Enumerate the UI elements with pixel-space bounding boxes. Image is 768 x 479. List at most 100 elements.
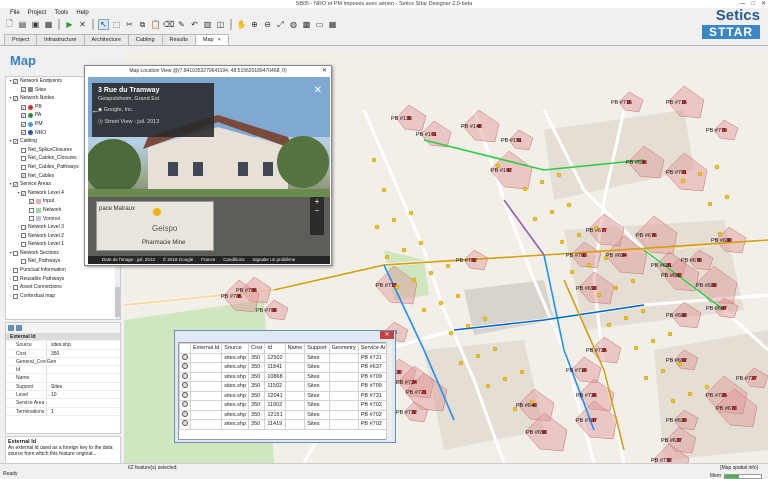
- site-marker[interactable]: [724, 194, 730, 200]
- lasso-select-icon[interactable]: ⬚: [111, 19, 122, 30]
- site-marker[interactable]: [670, 398, 676, 404]
- column-header[interactable]: External Id: [189, 343, 223, 354]
- site-marker[interactable]: [603, 255, 609, 261]
- site-marker[interactable]: [401, 247, 407, 253]
- layer-item[interactable]: › Contextual map: [6, 292, 120, 301]
- layer-checkbox[interactable]: ✓: [13, 78, 18, 84]
- property-row[interactable]: Name: [6, 374, 120, 383]
- layer-checkbox[interactable]: [21, 147, 26, 153]
- site-marker[interactable]: [660, 368, 666, 374]
- layer-checkbox[interactable]: [21, 224, 26, 230]
- menu-help[interactable]: Help: [76, 9, 88, 17]
- map-view-icon[interactable]: ▭: [314, 19, 325, 30]
- site-marker[interactable]: [556, 172, 562, 178]
- layer-checkbox[interactable]: ✓: [21, 130, 26, 136]
- categorized-icon[interactable]: [8, 325, 14, 331]
- column-header[interactable]: Id: [264, 343, 286, 354]
- zoom-out-icon[interactable]: ⊖: [262, 19, 273, 30]
- streetview-close-button[interactable]: ✕: [322, 66, 327, 76]
- layer-checkbox[interactable]: ✓: [13, 138, 18, 144]
- streetview-exit-icon[interactable]: ✕: [314, 85, 322, 96]
- site-marker[interactable]: [465, 323, 471, 329]
- alphabetical-icon[interactable]: [16, 325, 22, 331]
- select-pointer-icon[interactable]: ↖: [98, 19, 109, 30]
- site-marker[interactable]: [532, 216, 538, 222]
- layer-checkbox[interactable]: ✓: [21, 87, 26, 93]
- site-marker[interactable]: [482, 316, 488, 322]
- site-marker[interactable]: [522, 186, 528, 192]
- table-row[interactable]: sites.shp 350 11902 Sites PB #702: [179, 400, 392, 411]
- zoom-extent-icon[interactable]: ⤢: [275, 19, 286, 30]
- site-marker[interactable]: [613, 285, 619, 291]
- cut-icon[interactable]: ✂: [124, 19, 135, 30]
- properties-icon[interactable]: ▥: [202, 19, 213, 30]
- streetview-footer-report-link[interactable]: Signaler un problème: [253, 256, 296, 264]
- streetview-panorama[interactable]: 3 Rue du Tramway Geispolsheim, Grand Est…: [88, 77, 330, 264]
- layer-checkbox[interactable]: ✓: [21, 173, 26, 179]
- layer-item[interactable]: › Punctual Information: [6, 266, 120, 275]
- delete-icon[interactable]: ⌫: [163, 19, 174, 30]
- table-row[interactable]: sites.shp 350 12151 Sites PB #702: [179, 409, 392, 420]
- site-marker[interactable]: [421, 307, 427, 313]
- layer-checkbox[interactable]: [21, 242, 26, 248]
- property-row[interactable]: Service Area: [6, 399, 120, 408]
- tab-project[interactable]: Project: [4, 34, 38, 45]
- site-marker[interactable]: [717, 231, 723, 237]
- paste-icon[interactable]: 📋: [150, 19, 161, 30]
- property-value[interactable]: 1: [46, 407, 120, 415]
- site-marker[interactable]: [714, 164, 720, 170]
- streetview-minimap[interactable]: pace Malraux Geispo Pharmacie Mine: [96, 201, 214, 251]
- property-value[interactable]: 350: [46, 349, 120, 357]
- site-marker[interactable]: [411, 277, 417, 283]
- open-folder-icon[interactable]: ▤: [17, 19, 28, 30]
- site-marker[interactable]: [394, 284, 400, 290]
- layer-checkbox[interactable]: ✓: [13, 95, 18, 101]
- property-value[interactable]: Sites: [46, 382, 120, 391]
- layer-checkbox[interactable]: ✓: [29, 199, 34, 205]
- column-header[interactable]: Cost: [248, 343, 266, 354]
- row-indicator-icon[interactable]: [182, 382, 188, 389]
- layer-checkbox[interactable]: [13, 267, 18, 273]
- column-header[interactable]: Geometry: [328, 343, 359, 354]
- property-value[interactable]: [46, 374, 120, 382]
- save-icon[interactable]: ▣: [30, 19, 41, 30]
- site-marker[interactable]: [707, 201, 713, 207]
- edit-icon[interactable]: ✎: [176, 19, 187, 30]
- menu-project[interactable]: Project: [28, 9, 47, 17]
- run-icon[interactable]: ▶: [64, 19, 75, 30]
- site-marker[interactable]: [640, 308, 646, 314]
- site-marker[interactable]: [586, 262, 592, 268]
- site-marker[interactable]: [391, 217, 397, 223]
- table-row[interactable]: sites.shp 350 11502 Sites PB #709: [179, 381, 392, 392]
- site-marker[interactable]: [519, 369, 525, 375]
- row-indicator-icon[interactable]: [182, 410, 188, 417]
- table-row[interactable]: sites.shp 350 11841 Sites PB #637: [179, 362, 392, 373]
- site-marker[interactable]: [549, 209, 555, 215]
- site-marker[interactable]: [687, 391, 693, 397]
- layer-checkbox[interactable]: [21, 164, 26, 170]
- site-marker[interactable]: [576, 232, 582, 238]
- layer-checkbox[interactable]: [13, 293, 18, 299]
- layer-checkbox[interactable]: [13, 276, 18, 282]
- site-marker[interactable]: [677, 361, 683, 367]
- tab-architecture[interactable]: Architecture: [83, 34, 129, 45]
- site-marker[interactable]: [680, 178, 686, 184]
- tab-cabling[interactable]: Cabling: [127, 34, 163, 45]
- tab-results[interactable]: Results: [161, 34, 196, 45]
- feature-table-close-button[interactable]: ✕: [380, 331, 394, 339]
- undo-icon[interactable]: ↶: [189, 19, 200, 30]
- column-header[interactable]: Support: [304, 343, 330, 354]
- stop-icon[interactable]: ✕: [77, 19, 88, 30]
- site-marker[interactable]: [529, 399, 535, 405]
- row-indicator-icon[interactable]: [182, 363, 188, 370]
- layer-checkbox[interactable]: [29, 207, 34, 213]
- back-arrow-icon[interactable]: ←: [91, 105, 100, 115]
- layer-checkbox[interactable]: [13, 250, 18, 256]
- row-indicator-icon[interactable]: [182, 420, 188, 427]
- site-marker[interactable]: [492, 346, 498, 352]
- property-row[interactable]: Cost 350: [6, 349, 120, 358]
- map-location-view-window[interactable]: Map Location View @(7.84103532796411​94,…: [84, 65, 332, 266]
- layer-checkbox[interactable]: [21, 259, 26, 265]
- save-all-icon[interactable]: ▦: [43, 19, 54, 30]
- column-header[interactable]: Source: [221, 343, 250, 354]
